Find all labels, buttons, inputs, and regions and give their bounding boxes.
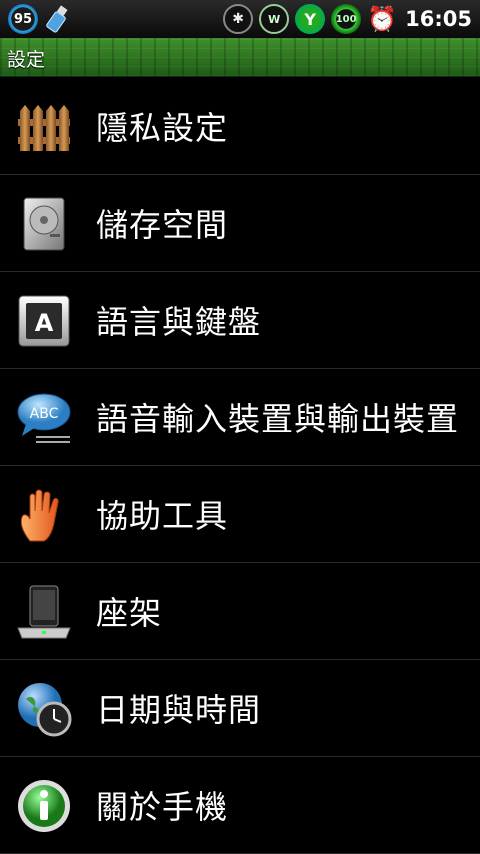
settings-item-label: 儲存空間 bbox=[96, 206, 229, 244]
status-bar: 95 ✱ W Y 100 ⏰ 16:05 bbox=[0, 0, 480, 38]
title-bar: 設定 bbox=[0, 38, 480, 77]
abc-speech-bubble-icon: ABC bbox=[17, 393, 71, 443]
battery-level-text: 95 bbox=[13, 11, 33, 27]
page-title: 設定 bbox=[7, 49, 46, 71]
status-time: 16:05 bbox=[405, 7, 472, 31]
battery-ring-icon: 95 bbox=[8, 4, 38, 34]
settings-item-label: 隱私設定 bbox=[96, 109, 229, 147]
settings-item-language-keyboard[interactable]: A 語言與鍵盤 bbox=[0, 272, 480, 369]
wifi-icon: W bbox=[259, 4, 290, 34]
info-icon bbox=[18, 780, 70, 832]
usb-icon bbox=[46, 5, 68, 33]
svg-text:ABC: ABC bbox=[30, 406, 59, 422]
settings-item-label: 日期與時間 bbox=[96, 691, 262, 729]
bluetooth-icon: ✱ bbox=[223, 4, 254, 34]
settings-item-label: 關於手機 bbox=[96, 788, 229, 826]
letter-a-key-icon: A bbox=[18, 295, 70, 347]
settings-item-label: 語言與鍵盤 bbox=[96, 303, 262, 341]
svg-text:A: A bbox=[35, 309, 54, 337]
hard-disk-icon bbox=[23, 197, 65, 251]
settings-item-label: 座架 bbox=[96, 594, 163, 632]
signal-icon: Y bbox=[295, 4, 326, 34]
settings-item-date-time[interactable]: 日期與時間 bbox=[0, 660, 480, 757]
settings-item-dock[interactable]: 座架 bbox=[0, 563, 480, 660]
settings-item-privacy[interactable]: 隱私設定 bbox=[0, 78, 480, 175]
alarm-icon: ⏰ bbox=[367, 5, 398, 33]
phone-dock-icon bbox=[17, 585, 71, 639]
settings-item-about-phone[interactable]: 關於手機 bbox=[0, 757, 480, 854]
settings-item-accessibility[interactable]: 協助工具 bbox=[0, 466, 480, 563]
globe-clock-icon bbox=[18, 683, 72, 737]
settings-item-storage[interactable]: 儲存空間 bbox=[0, 175, 480, 272]
settings-item-label: 語音輸入裝置與輸出裝置 bbox=[96, 400, 460, 438]
settings-list: 隱私設定 儲存空間 A 語言與鍵盤 ABC 語音輸入裝置與輸出裝置 協助工具 座… bbox=[0, 78, 480, 854]
hand-icon bbox=[20, 489, 59, 542]
battery-100-icon: 100 bbox=[331, 4, 362, 34]
settings-item-label: 協助工具 bbox=[96, 497, 229, 535]
battery-percent-text: 100 bbox=[335, 13, 357, 25]
fence-privacy-icon bbox=[18, 105, 70, 151]
settings-item-voice-io[interactable]: ABC 語音輸入裝置與輸出裝置 bbox=[0, 369, 480, 466]
